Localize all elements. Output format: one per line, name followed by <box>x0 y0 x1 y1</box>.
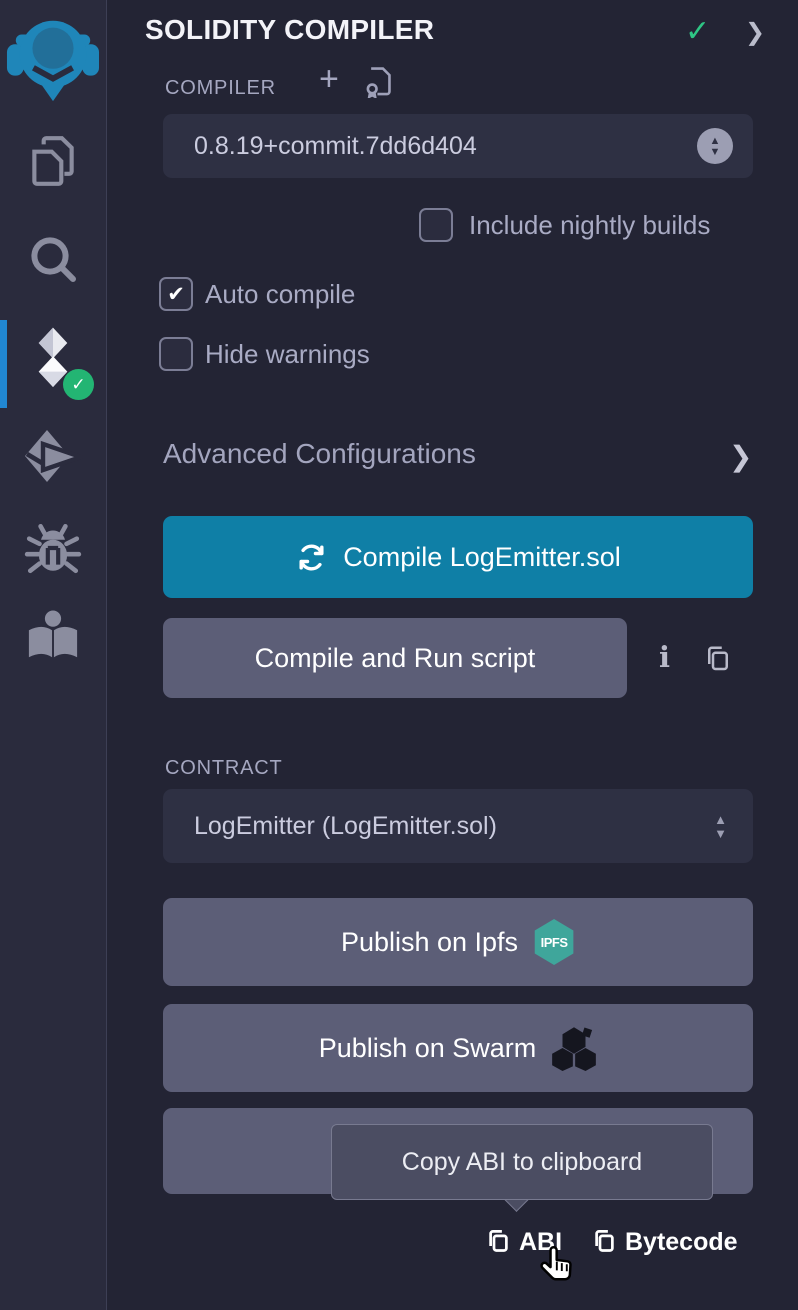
file-explorer-icon <box>24 132 82 190</box>
sidebar-item-search[interactable] <box>0 228 106 290</box>
contract-select-arrows-icon: ▲ ▼ <box>714 814 727 839</box>
deploy-run-icon <box>23 427 83 485</box>
panel-chevron-right-icon[interactable]: ❯ <box>745 18 765 47</box>
arrow-up-icon: ▲ <box>714 814 727 825</box>
advanced-chevron-right-icon: ❯ <box>729 440 752 473</box>
arrow-down-icon: ▼ <box>714 828 727 839</box>
contract-select[interactable]: LogEmitter (LogEmitter.sol) ▲ ▼ <box>163 789 753 863</box>
tooltip-text: Copy ABI to clipboard <box>402 1148 642 1177</box>
ipfs-logo-icon: IPFS <box>533 919 575 965</box>
info-icon[interactable]: i <box>659 640 670 674</box>
compiler-version-select[interactable]: 0.8.19+commit.7dd6d404 ▲ ▼ <box>163 114 753 178</box>
copy-bytecode-icon[interactable] <box>591 1228 618 1255</box>
publish-swarm-label: Publish on Swarm <box>319 1033 537 1064</box>
compile-status-check-icon: ✓ <box>685 14 710 49</box>
auto-compile-check-icon: ✔ <box>167 284 185 305</box>
panel-title: SOLIDITY COMPILER <box>145 14 434 46</box>
add-custom-compiler-icon[interactable]: + <box>319 64 339 94</box>
hide-warnings-checkbox[interactable] <box>159 337 193 371</box>
sort-down-icon: ▼ <box>710 147 721 157</box>
search-icon <box>25 231 81 287</box>
sidebar-item-debugger[interactable] <box>0 516 106 580</box>
ipfs-logo-text: IPFS <box>541 935 568 950</box>
include-nightly-label: Include nightly builds <box>469 208 710 242</box>
remix-ide: ✓ <box>0 0 798 1310</box>
compile-and-run-button[interactable]: Compile and Run script <box>163 618 627 698</box>
copy-bytecode-button[interactable]: Bytecode <box>625 1228 738 1257</box>
copy-abi-tooltip: Copy ABI to clipboard <box>331 1124 713 1200</box>
debugger-bug-icon <box>24 519 82 577</box>
badge-check-icon: ✓ <box>71 375 85 395</box>
refresh-icon <box>295 541 328 574</box>
sidebar-item-deploy-and-run[interactable] <box>0 424 106 488</box>
sort-up-icon: ▲ <box>710 136 721 146</box>
icon-sidebar: ✓ <box>0 0 107 1310</box>
copy-abi-icon[interactable] <box>485 1228 512 1255</box>
sidebar-item-solidity-compiler[interactable]: ✓ <box>0 322 106 408</box>
auto-compile-checkbox[interactable]: ✔ <box>159 277 193 311</box>
hide-warnings-label: Hide warnings <box>205 337 370 371</box>
publish-ipfs-label: Publish on Ipfs <box>341 927 518 958</box>
remix-logo-icon <box>6 9 100 107</box>
auto-compile-label: Auto compile <box>205 277 355 311</box>
swarm-logo-icon <box>551 1025 597 1071</box>
compiler-section-label: COMPILER <box>165 77 276 100</box>
contract-select-value: LogEmitter (LogEmitter.sol) <box>163 812 714 841</box>
sidebar-item-documentation[interactable] <box>0 604 106 668</box>
compile-and-run-label: Compile and Run script <box>255 643 536 674</box>
copy-script-icon[interactable] <box>703 644 733 674</box>
compiler-license-file-icon[interactable] <box>363 64 395 98</box>
contract-section-label: CONTRACT <box>165 757 283 780</box>
remix-logo[interactable] <box>0 6 106 110</box>
publish-swarm-button[interactable]: Publish on Swarm <box>163 1004 753 1092</box>
compile-button[interactable]: Compile LogEmitter.sol <box>163 516 753 598</box>
compiler-version-value: 0.8.19+commit.7dd6d404 <box>163 132 697 161</box>
compile-button-label: Compile LogEmitter.sol <box>343 542 621 573</box>
book-reader-icon <box>24 609 82 663</box>
advanced-configurations-toggle[interactable]: Advanced Configurations <box>163 438 476 470</box>
sidebar-item-file-explorer[interactable] <box>0 130 106 192</box>
publish-ipfs-button[interactable]: Publish on Ipfs IPFS <box>163 898 753 986</box>
compile-success-badge: ✓ <box>63 369 94 400</box>
solidity-compiler-panel: SOLIDITY COMPILER ✓ ❯ COMPILER + 0.8.19+… <box>107 0 798 1310</box>
include-nightly-checkbox[interactable] <box>419 208 453 242</box>
mouse-pointer-cursor <box>537 1244 579 1288</box>
select-sort-icon: ▲ ▼ <box>697 128 733 164</box>
